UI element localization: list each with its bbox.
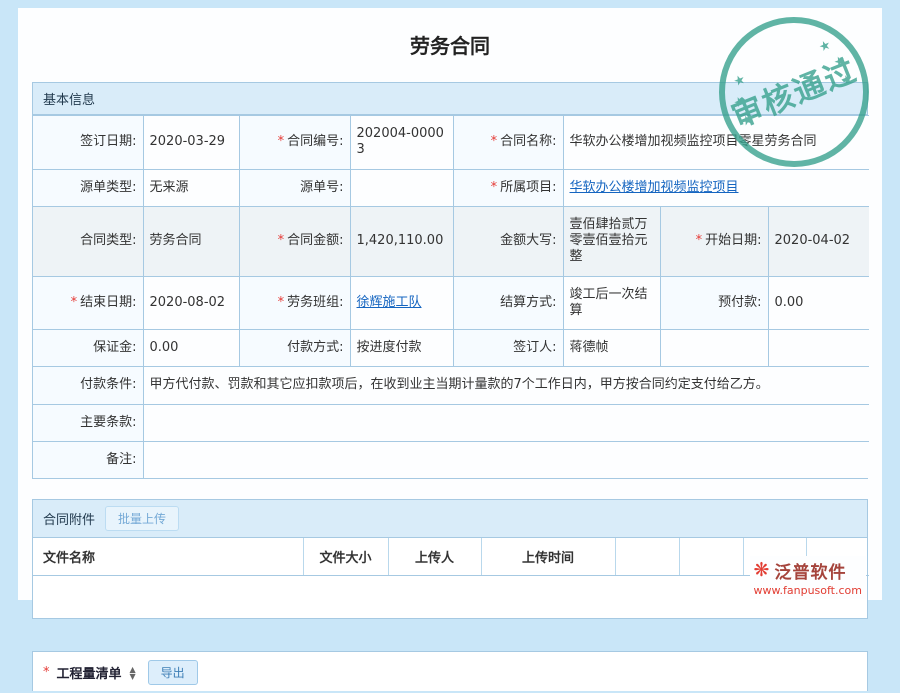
sort-asc-icon: ▲ <box>130 666 136 673</box>
start-date-label: *开始日期: <box>660 206 768 276</box>
contract-name-value: 华软办公楼增加视频监控项目零星劳务合同 <box>563 116 869 170</box>
labor-team-label: *劳务班组: <box>239 276 350 330</box>
brand-name: 泛普软件 <box>774 558 846 583</box>
brand-row: ❋ 泛普软件 <box>754 558 862 583</box>
sort-desc-icon: ▼ <box>130 673 136 680</box>
pay-method-label: 付款方式: <box>239 330 350 367</box>
page-title: 劳务合同 <box>32 8 868 62</box>
source-no-label: 源单号: <box>239 169 350 206</box>
amount-caps-label: 金额大写: <box>453 206 563 276</box>
project-label: *所属项目: <box>453 169 563 206</box>
sign-date-value: 2020-03-29 <box>143 116 239 170</box>
empty-cell <box>660 330 768 367</box>
attach-col-uploader: 上传人 <box>388 538 481 576</box>
attachments-title: 合同附件 <box>43 509 95 528</box>
batch-upload-button[interactable]: 批量上传 <box>105 506 179 531</box>
attach-col-empty <box>615 538 679 576</box>
contract-no-label: *合同编号: <box>239 116 350 170</box>
main-clauses-label: 主要条款: <box>33 404 143 441</box>
attachments-section: 合同附件 批量上传 文件名称 文件大小 上传人 上传时间 <box>32 499 868 619</box>
attachments-empty-body <box>33 576 867 618</box>
contract-type-label: 合同类型: <box>33 206 143 276</box>
main-clauses-value <box>143 404 869 441</box>
signer-value: 蒋德帧 <box>563 330 660 367</box>
source-no-value <box>350 169 453 206</box>
required-asterisk: * <box>71 295 78 310</box>
content-panel: 劳务合同 ★ ★ ★ ★ ★ ★ 审核通过 基本信息 签订日期: 2020-03… <box>18 8 882 600</box>
branding: ❋ 泛普软件 www.fanpusoft.com <box>750 556 866 599</box>
signer-label: 签订人: <box>453 330 563 367</box>
required-asterisk: * <box>278 134 285 149</box>
start-date-value: 2020-04-02 <box>768 206 869 276</box>
end-date-value: 2020-08-02 <box>143 276 239 330</box>
export-button[interactable]: 导出 <box>148 660 198 685</box>
basic-info-title: 基本信息 <box>43 89 95 108</box>
boq-title: 工程量清单 <box>57 663 122 682</box>
attachments-table: 文件名称 文件大小 上传人 上传时间 <box>33 538 869 576</box>
row-8: 备注: <box>33 441 869 478</box>
labor-team-value: 徐辉施工队 <box>350 276 453 330</box>
source-type-label: 源单类型: <box>33 169 143 206</box>
settlement-label: 结算方式: <box>453 276 563 330</box>
remark-value <box>143 441 869 478</box>
row-3: 合同类型: 劳务合同 *合同金额: 1,420,110.00 金额大写: 壹佰肆… <box>33 206 869 276</box>
boq-header-bar: * 工程量清单 ▲ ▼ 导出 <box>33 652 867 693</box>
amount-label: *合同金额: <box>239 206 350 276</box>
row-6: 付款条件: 甲方代付款、罚款和其它应扣款项后，在收到业主当期计量款的7个工作日内… <box>33 367 869 404</box>
contract-type-value: 劳务合同 <box>143 206 239 276</box>
pay-method-value: 按进度付款 <box>350 330 453 367</box>
attachments-header-row: 文件名称 文件大小 上传人 上传时间 <box>33 538 869 576</box>
required-asterisk: * <box>278 295 285 310</box>
required-asterisk: * <box>696 233 703 248</box>
amount-value: 1,420,110.00 <box>350 206 453 276</box>
deposit-label: 保证金: <box>33 330 143 367</box>
sort-control[interactable]: ▲ ▼ <box>130 666 136 680</box>
fanpu-logo-icon: ❋ <box>754 561 770 580</box>
remark-label: 备注: <box>33 441 143 478</box>
settlement-value: 竣工后一次结算 <box>563 276 660 330</box>
row-4: *结束日期: 2020-08-02 *劳务班组: 徐辉施工队 结算方式: 竣工后… <box>33 276 869 330</box>
basic-info-table: 签订日期: 2020-03-29 *合同编号: 202004-00003 *合同… <box>33 115 869 478</box>
boq-section: * 工程量清单 ▲ ▼ 导出 <box>32 651 868 691</box>
project-link[interactable]: 华软办公楼增加视频监控项目 <box>570 180 739 195</box>
row-1: 签订日期: 2020-03-29 *合同编号: 202004-00003 *合同… <box>33 116 869 170</box>
required-asterisk: * <box>43 665 50 680</box>
prepayment-value: 0.00 <box>768 276 869 330</box>
pay-terms-label: 付款条件: <box>33 367 143 404</box>
required-asterisk: * <box>278 233 285 248</box>
project-value: 华软办公楼增加视频监控项目 <box>563 169 869 206</box>
deposit-value: 0.00 <box>143 330 239 367</box>
attach-col-empty <box>679 538 743 576</box>
labor-team-link[interactable]: 徐辉施工队 <box>357 295 422 310</box>
empty-cell <box>768 330 869 367</box>
brand-url[interactable]: www.fanpusoft.com <box>754 584 862 597</box>
row-7: 主要条款: <box>33 404 869 441</box>
pay-terms-value: 甲方代付款、罚款和其它应扣款项后，在收到业主当期计量款的7个工作日内，甲方按合同… <box>143 367 869 404</box>
attach-col-filename: 文件名称 <box>33 538 303 576</box>
contract-name-label: *合同名称: <box>453 116 563 170</box>
end-date-label: *结束日期: <box>33 276 143 330</box>
row-2: 源单类型: 无来源 源单号: *所属项目: 华软办公楼增加视频监控项目 <box>33 169 869 206</box>
required-asterisk: * <box>491 180 498 195</box>
attach-col-filesize: 文件大小 <box>303 538 388 576</box>
sign-date-label: 签订日期: <box>33 116 143 170</box>
contract-no-value: 202004-00003 <box>350 116 453 170</box>
basic-info-section: 基本信息 签订日期: 2020-03-29 *合同编号: 202004-0000… <box>32 82 868 479</box>
attachments-header: 合同附件 批量上传 <box>33 500 867 538</box>
amount-caps-value: 壹佰肆拾贰万零壹佰壹拾元整 <box>563 206 660 276</box>
basic-info-header: 基本信息 <box>33 83 867 115</box>
row-5: 保证金: 0.00 付款方式: 按进度付款 签订人: 蒋德帧 <box>33 330 869 367</box>
required-asterisk: * <box>491 134 498 149</box>
attach-col-uploadtime: 上传时间 <box>481 538 615 576</box>
prepayment-label: 预付款: <box>660 276 768 330</box>
source-type-value: 无来源 <box>143 169 239 206</box>
